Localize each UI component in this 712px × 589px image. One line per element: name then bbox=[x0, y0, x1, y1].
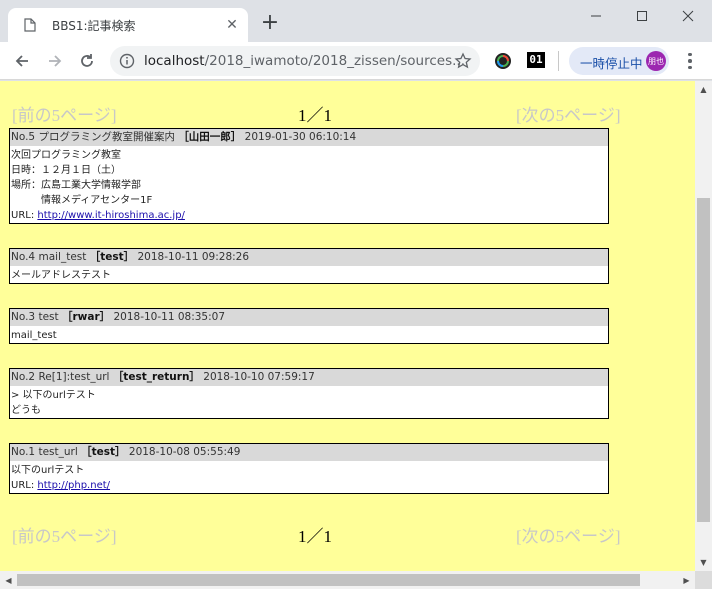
url-label: URL: bbox=[11, 210, 38, 221]
post-body: mail_test bbox=[10, 326, 608, 345]
post-line: 情報メディアセンター1F bbox=[11, 195, 153, 206]
post-date: 2019-01-30 06:10:14 bbox=[244, 131, 357, 143]
post-item: No.5 プログラミング教室開催案内 ［山田一郎］ 2019-01-30 06:… bbox=[9, 128, 609, 224]
post-author: ［test_return］ bbox=[112, 371, 200, 383]
scroll-left-icon[interactable]: ◀ bbox=[0, 571, 17, 589]
color-extension-icon[interactable] bbox=[494, 52, 512, 70]
post-subject: プログラミング教室開催案内 bbox=[38, 131, 175, 143]
reload-icon[interactable] bbox=[74, 48, 100, 74]
post-subject: mail_test bbox=[38, 251, 87, 263]
post-author: ［山田一郎］ bbox=[178, 131, 242, 143]
post-number: No.4 bbox=[11, 251, 36, 263]
post-url-link[interactable]: http://php.net/ bbox=[37, 480, 110, 491]
post-body: 以下のurlテスト URL: http://php.net/ bbox=[10, 461, 608, 495]
post-url-line: URL: http://www.it-hiroshima.ac.jp/ bbox=[11, 208, 607, 223]
post-item: No.2 Re[1]:test_url ［test_return］ 2018-1… bbox=[9, 368, 609, 419]
scroll-up-icon[interactable]: ▲ bbox=[695, 81, 712, 98]
post-subject: Re[1]:test_url bbox=[38, 371, 110, 383]
info-icon[interactable] bbox=[119, 53, 135, 69]
back-arrow-icon[interactable] bbox=[9, 48, 35, 74]
page-content: [前の5ページ] 1／1 [次の5ページ] No.5 プログラミング教室開催案内… bbox=[0, 81, 695, 571]
minimize-icon[interactable] bbox=[573, 4, 619, 28]
vertical-scrollbar[interactable]: ▲ ▼ bbox=[695, 81, 712, 571]
post-item: No.4 mail_test ［test］ 2018-10-11 09:28:2… bbox=[9, 248, 609, 284]
post-author: ［test］ bbox=[81, 446, 126, 458]
maximize-icon[interactable] bbox=[619, 4, 665, 28]
toolbar-divider bbox=[558, 51, 559, 71]
scroll-down-icon[interactable]: ▼ bbox=[695, 554, 712, 571]
post-item: No.1 test_url ［test］ 2018-10-08 05:55:49… bbox=[9, 443, 609, 494]
post-date: 2018-10-08 05:55:49 bbox=[128, 446, 241, 458]
prev-pages-link: [前の5ページ] bbox=[12, 527, 117, 546]
post-line: mail_test bbox=[11, 330, 57, 341]
post-author: ［rwar］ bbox=[61, 311, 111, 323]
url-host: localhost bbox=[144, 53, 205, 69]
close-window-icon[interactable] bbox=[665, 4, 711, 28]
post-header: No.3 test ［rwar］ 2018-10-11 08:35:07 bbox=[10, 309, 608, 326]
pager-bottom: [前の5ページ] 1／1 [次の5ページ] bbox=[0, 522, 695, 546]
vertical-scroll-thumb[interactable] bbox=[697, 198, 710, 522]
post-date: 2018-10-10 07:59:17 bbox=[203, 371, 315, 383]
scrollbar-corner bbox=[695, 571, 712, 589]
post-author: ［test］ bbox=[89, 251, 135, 263]
tab-strip: BBS1:記事検索 ✕ + bbox=[0, 0, 712, 42]
url-text: localhost/2018_iwamoto/2018_zissen/sourc… bbox=[144, 53, 465, 69]
prev-pages-link: [前の5ページ] bbox=[12, 106, 117, 125]
post-line: どうも bbox=[11, 405, 41, 416]
post-body: メールアドレステスト bbox=[10, 266, 608, 285]
horizontal-scrollbar[interactable]: ◀ ▶ bbox=[0, 571, 695, 589]
post-header: No.2 Re[1]:test_url ［test_return］ 2018-1… bbox=[10, 369, 608, 386]
post-item: No.3 test ［rwar］ 2018-10-11 08:35:07 mai… bbox=[9, 308, 609, 344]
post-number: No.1 bbox=[11, 446, 36, 458]
post-header: No.1 test_url ［test］ 2018-10-08 05:55:49 bbox=[10, 444, 608, 461]
next-pages-link: [次の5ページ] bbox=[516, 527, 621, 546]
page-indicator: 1／1 bbox=[298, 527, 332, 546]
page-indicator: 1／1 bbox=[298, 106, 332, 125]
avatar: 朋也 bbox=[646, 51, 666, 71]
post-date: 2018-10-11 09:28:26 bbox=[137, 251, 250, 263]
star-icon[interactable] bbox=[454, 52, 472, 70]
post-url-link[interactable]: http://www.it-hiroshima.ac.jp/ bbox=[37, 210, 185, 221]
post-body: > 以下のurlテスト どうも bbox=[10, 386, 608, 420]
extension-01-icon[interactable]: 01 bbox=[527, 52, 545, 68]
pager-top: [前の5ページ] 1／1 [次の5ページ] bbox=[0, 101, 695, 125]
browser-tab[interactable]: BBS1:記事検索 ✕ bbox=[8, 8, 248, 42]
post-header: No.5 プログラミング教室開催案内 ［山田一郎］ 2019-01-30 06:… bbox=[10, 129, 608, 146]
post-header: No.4 mail_test ［test］ 2018-10-11 09:28:2… bbox=[10, 249, 608, 266]
horizontal-scroll-thumb[interactable] bbox=[17, 574, 640, 586]
menu-dots-icon[interactable] bbox=[680, 50, 700, 72]
post-number: No.3 bbox=[11, 311, 36, 323]
post-line: 日時：１２月１日（土） bbox=[11, 165, 121, 176]
post-subject: test_url bbox=[38, 446, 78, 458]
url-label: URL: bbox=[11, 480, 38, 491]
url-path: /2018_iwamoto/2018_zissen/sources... bbox=[204, 53, 465, 69]
address-bar[interactable]: localhost/2018_iwamoto/2018_zissen/sourc… bbox=[110, 46, 480, 76]
new-tab-button[interactable]: + bbox=[260, 12, 280, 34]
sync-paused-button[interactable]: 一時停止中 朋也 bbox=[569, 47, 669, 75]
post-number: No.2 bbox=[11, 371, 36, 383]
post-line: > 以下のurlテスト bbox=[11, 390, 96, 401]
post-line: 以下のurlテスト bbox=[11, 465, 85, 476]
post-subject: test bbox=[38, 311, 59, 323]
tab-title: BBS1:記事検索 bbox=[52, 18, 136, 33]
pause-label: 一時停止中 bbox=[580, 56, 643, 71]
post-body: 次回プログラミング教室 日時：１２月１日（土） 場所：広島工業大学情報学部 情報… bbox=[10, 146, 608, 225]
post-date: 2018-10-11 08:35:07 bbox=[113, 311, 226, 323]
document-icon bbox=[22, 17, 38, 33]
post-number: No.5 bbox=[11, 131, 36, 143]
post-line: メールアドレステスト bbox=[11, 270, 111, 281]
forward-arrow-icon[interactable] bbox=[42, 48, 68, 74]
post-line: 場所：広島工業大学情報学部 bbox=[11, 180, 141, 191]
next-pages-link: [次の5ページ] bbox=[516, 106, 621, 125]
post-url-line: URL: http://php.net/ bbox=[11, 478, 607, 493]
scroll-right-icon[interactable]: ▶ bbox=[678, 571, 695, 589]
post-line: 次回プログラミング教室 bbox=[11, 150, 121, 161]
close-tab-icon[interactable]: ✕ bbox=[224, 17, 240, 33]
